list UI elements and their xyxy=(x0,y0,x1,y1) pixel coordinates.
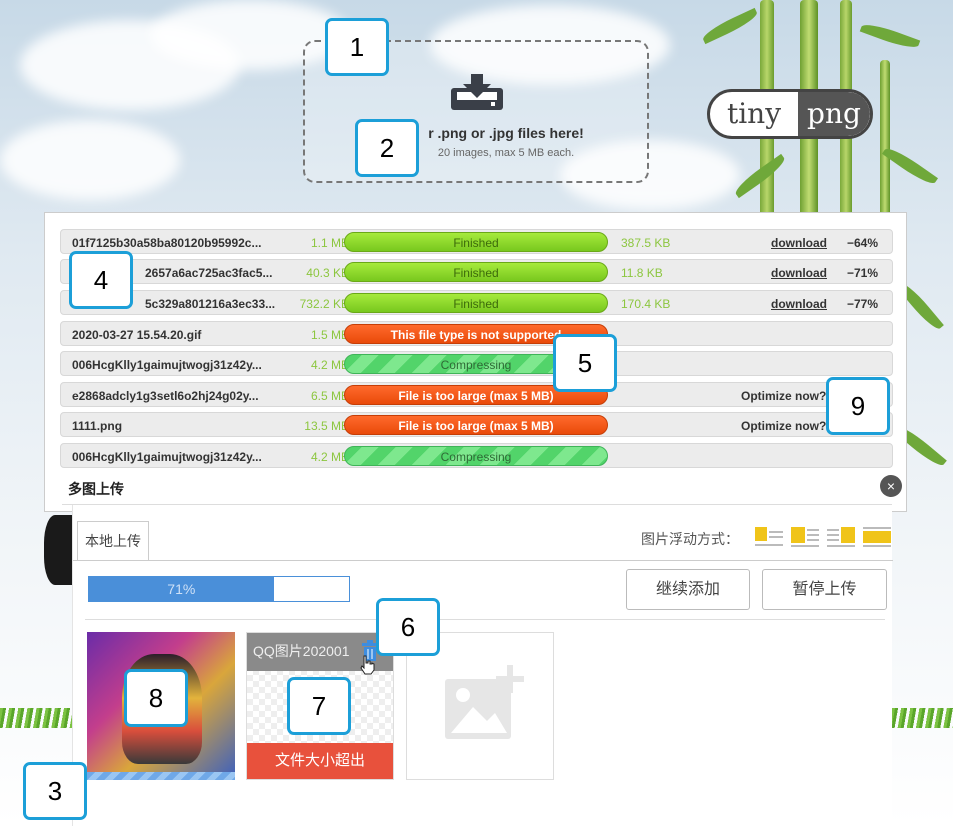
logo-left-text: tiny xyxy=(726,97,782,130)
tab-divider xyxy=(73,560,893,561)
download-link[interactable]: download xyxy=(771,266,827,280)
bamboo-leaf xyxy=(700,7,760,45)
callout-2: 2 xyxy=(355,119,419,177)
compressed-size: 11.8 KB xyxy=(621,266,663,280)
continue-add-button[interactable]: 继续添加 xyxy=(626,569,750,610)
result-row: 006HcgKlly1gaimujtwogj31z42y... 4.2 MB C… xyxy=(60,351,893,376)
upload-progress-bar: 71% xyxy=(88,576,350,602)
logo-right-text: png xyxy=(798,92,870,136)
callout-6: 6 xyxy=(376,598,440,656)
callout-8: 8 xyxy=(124,669,188,727)
progress-fill: 71% xyxy=(89,577,274,601)
tinypng-logo: tiny png xyxy=(707,89,873,139)
saving-percent: −77% xyxy=(847,297,879,311)
status-bar: Finished xyxy=(344,232,608,252)
decorative-shape xyxy=(44,515,72,585)
status-bar: Compressing xyxy=(344,446,608,466)
divider xyxy=(85,619,885,620)
close-icon[interactable]: × xyxy=(880,475,902,497)
result-row: 01f7125b30a58ba80120b95992c... 1.1 MB Fi… xyxy=(60,229,893,254)
download-link[interactable]: download xyxy=(771,297,827,311)
status-bar: Finished xyxy=(344,293,608,313)
float-none-icon[interactable] xyxy=(863,525,891,549)
thumbnail-progress xyxy=(87,772,235,780)
saving-percent: −71% xyxy=(847,266,879,280)
float-right-icon[interactable] xyxy=(791,525,819,549)
upload-dialog-header: 多图上传 × xyxy=(62,469,902,505)
saving-percent: −64% xyxy=(847,236,879,250)
hand-cursor-icon xyxy=(360,655,375,675)
pause-upload-button[interactable]: 暂停上传 xyxy=(762,569,887,610)
result-row: e2868adcly1g3setl6o2hj24g02y... 6.5 MB F… xyxy=(60,382,893,407)
float-left-icon[interactable] xyxy=(755,525,783,549)
results-panel: 01f7125b30a58ba80120b95992c... 1.1 MB Fi… xyxy=(44,212,907,512)
original-size: 732.2 KB xyxy=(299,297,349,311)
callout-7: 7 xyxy=(287,677,351,735)
original-size: 1.5 MB xyxy=(310,328,349,342)
result-row: 5c329a801216a3ec33... 732.2 KB Finished … xyxy=(60,290,893,315)
result-row: 2657a6ac725ac3fac5... 40.3 KB Finished 1… xyxy=(60,259,893,284)
bamboo-leaf xyxy=(881,143,939,189)
dialog-title: 多图上传 xyxy=(68,481,124,497)
download-tray-icon xyxy=(451,74,503,110)
original-size: 13.5 MB xyxy=(304,419,349,433)
original-size: 6.5 MB xyxy=(310,389,349,403)
grass xyxy=(892,708,953,728)
download-link[interactable]: download xyxy=(771,236,827,250)
status-bar: File is too large (max 5 MB) xyxy=(344,415,608,435)
result-row: 1111.png 13.5 MB File is too large (max … xyxy=(60,412,893,437)
callout-5: 5 xyxy=(553,334,617,392)
float-center-icon[interactable] xyxy=(827,525,855,549)
callout-9: 9 xyxy=(826,377,890,435)
callout-4: 4 xyxy=(69,251,133,309)
original-size: 4.2 MB xyxy=(310,450,349,464)
float-mode-label: 图片浮动方式： xyxy=(641,531,739,547)
callout-3: 3 xyxy=(23,762,87,820)
cloud xyxy=(0,120,180,200)
optimize-now-link[interactable]: Optimize now? xyxy=(741,419,826,433)
grass xyxy=(0,708,75,728)
status-bar: Finished xyxy=(344,262,608,282)
original-size: 4.2 MB xyxy=(310,358,349,372)
callout-1: 1 xyxy=(325,18,389,76)
result-row: 2020-03-27 15.54.20.gif 1.5 MB This file… xyxy=(60,321,893,346)
bamboo-leaf xyxy=(859,20,921,52)
result-row: 006HcgKlly1gaimujtwogj31z42y... 4.2 MB C… xyxy=(60,443,893,468)
original-size: 1.1 MB xyxy=(310,236,349,250)
original-size: 40.3 KB xyxy=(306,266,349,280)
compressed-size: 387.5 KB xyxy=(621,236,671,250)
upload-dialog: 本地上传 图片浮动方式： 71% 继续添加 暂停上传 QQ图片202001 文件… xyxy=(72,505,893,826)
tab-local-upload[interactable]: 本地上传 xyxy=(77,521,149,561)
optimize-now-link[interactable]: Optimize now? xyxy=(741,389,826,403)
compressed-size: 170.4 KB xyxy=(621,297,671,311)
file-size-exceeded-badge: 文件大小超出 xyxy=(247,743,393,779)
add-image-icon xyxy=(445,665,524,739)
